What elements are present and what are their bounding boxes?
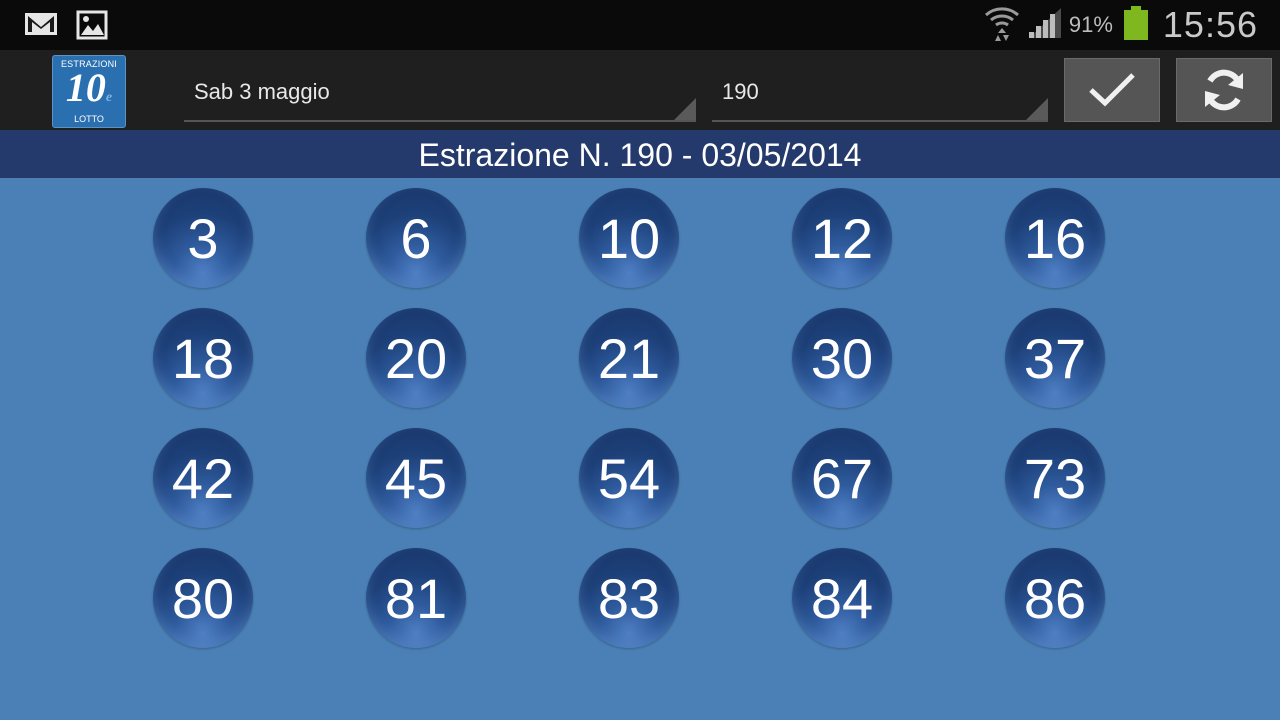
logo-main-text: 10e <box>53 68 125 118</box>
number-ball: 20 <box>366 308 466 408</box>
number-ball: 84 <box>792 548 892 648</box>
number-ball: 16 <box>1005 188 1105 288</box>
draw-number-spinner-value: 190 <box>722 79 759 104</box>
wifi-icon <box>983 3 1021 48</box>
number-ball: 67 <box>792 428 892 528</box>
logo-suffix: e <box>105 90 113 105</box>
number-ball: 42 <box>153 428 253 528</box>
number-ball: 83 <box>579 548 679 648</box>
status-bar: 91% 15:56 <box>0 0 1280 50</box>
draw-number-spinner[interactable]: 190 <box>712 58 1048 122</box>
system-icons: 91% 15:56 <box>983 0 1258 50</box>
number-ball: 86 <box>1005 548 1105 648</box>
checkmark-icon <box>1089 73 1135 107</box>
draw-title-bar: Estrazione N. 190 - 03/05/2014 <box>0 130 1280 178</box>
number-ball: 54 <box>579 428 679 528</box>
image-icon <box>76 10 108 45</box>
number-ball: 21 <box>579 308 679 408</box>
battery-percent: 91% <box>1068 12 1113 37</box>
number-ball: 18 <box>153 308 253 408</box>
logo-number: 10 <box>65 65 106 110</box>
number-ball: 6 <box>366 188 466 288</box>
number-ball: 37 <box>1005 308 1105 408</box>
number-ball: 30 <box>792 308 892 408</box>
number-ball: 81 <box>366 548 466 648</box>
number-ball: 73 <box>1005 428 1105 528</box>
action-bar: ESTRAZIONI 10e LOTTO Sab 3 maggio 190 <box>0 50 1280 130</box>
date-spinner-value: Sab 3 maggio <box>194 79 330 104</box>
app-logo[interactable]: ESTRAZIONI 10e LOTTO <box>52 55 126 128</box>
numbers-grid: 3 6 10 12 16 18 20 21 30 37 42 45 54 67 73 80 81 83 84 86 <box>0 178 1280 720</box>
clock: 15:56 <box>1162 4 1258 45</box>
refresh-icon <box>1205 69 1243 111</box>
number-ball: 12 <box>792 188 892 288</box>
battery-icon <box>1123 5 1149 45</box>
gmail-icon <box>24 10 58 45</box>
spinner-arrow-icon <box>674 98 696 120</box>
number-ball: 3 <box>153 188 253 288</box>
signal-icon <box>1027 6 1063 45</box>
confirm-button[interactable] <box>1064 58 1160 122</box>
number-ball: 10 <box>579 188 679 288</box>
draw-title: Estrazione N. 190 - 03/05/2014 <box>418 137 862 173</box>
spinner-arrow-icon <box>1026 98 1048 120</box>
notification-icons <box>24 10 108 45</box>
refresh-button[interactable] <box>1176 58 1272 122</box>
logo-bottom-text: LOTTO <box>74 114 104 124</box>
date-spinner[interactable]: Sab 3 maggio <box>184 58 696 122</box>
number-ball: 80 <box>153 548 253 648</box>
number-ball: 45 <box>366 428 466 528</box>
